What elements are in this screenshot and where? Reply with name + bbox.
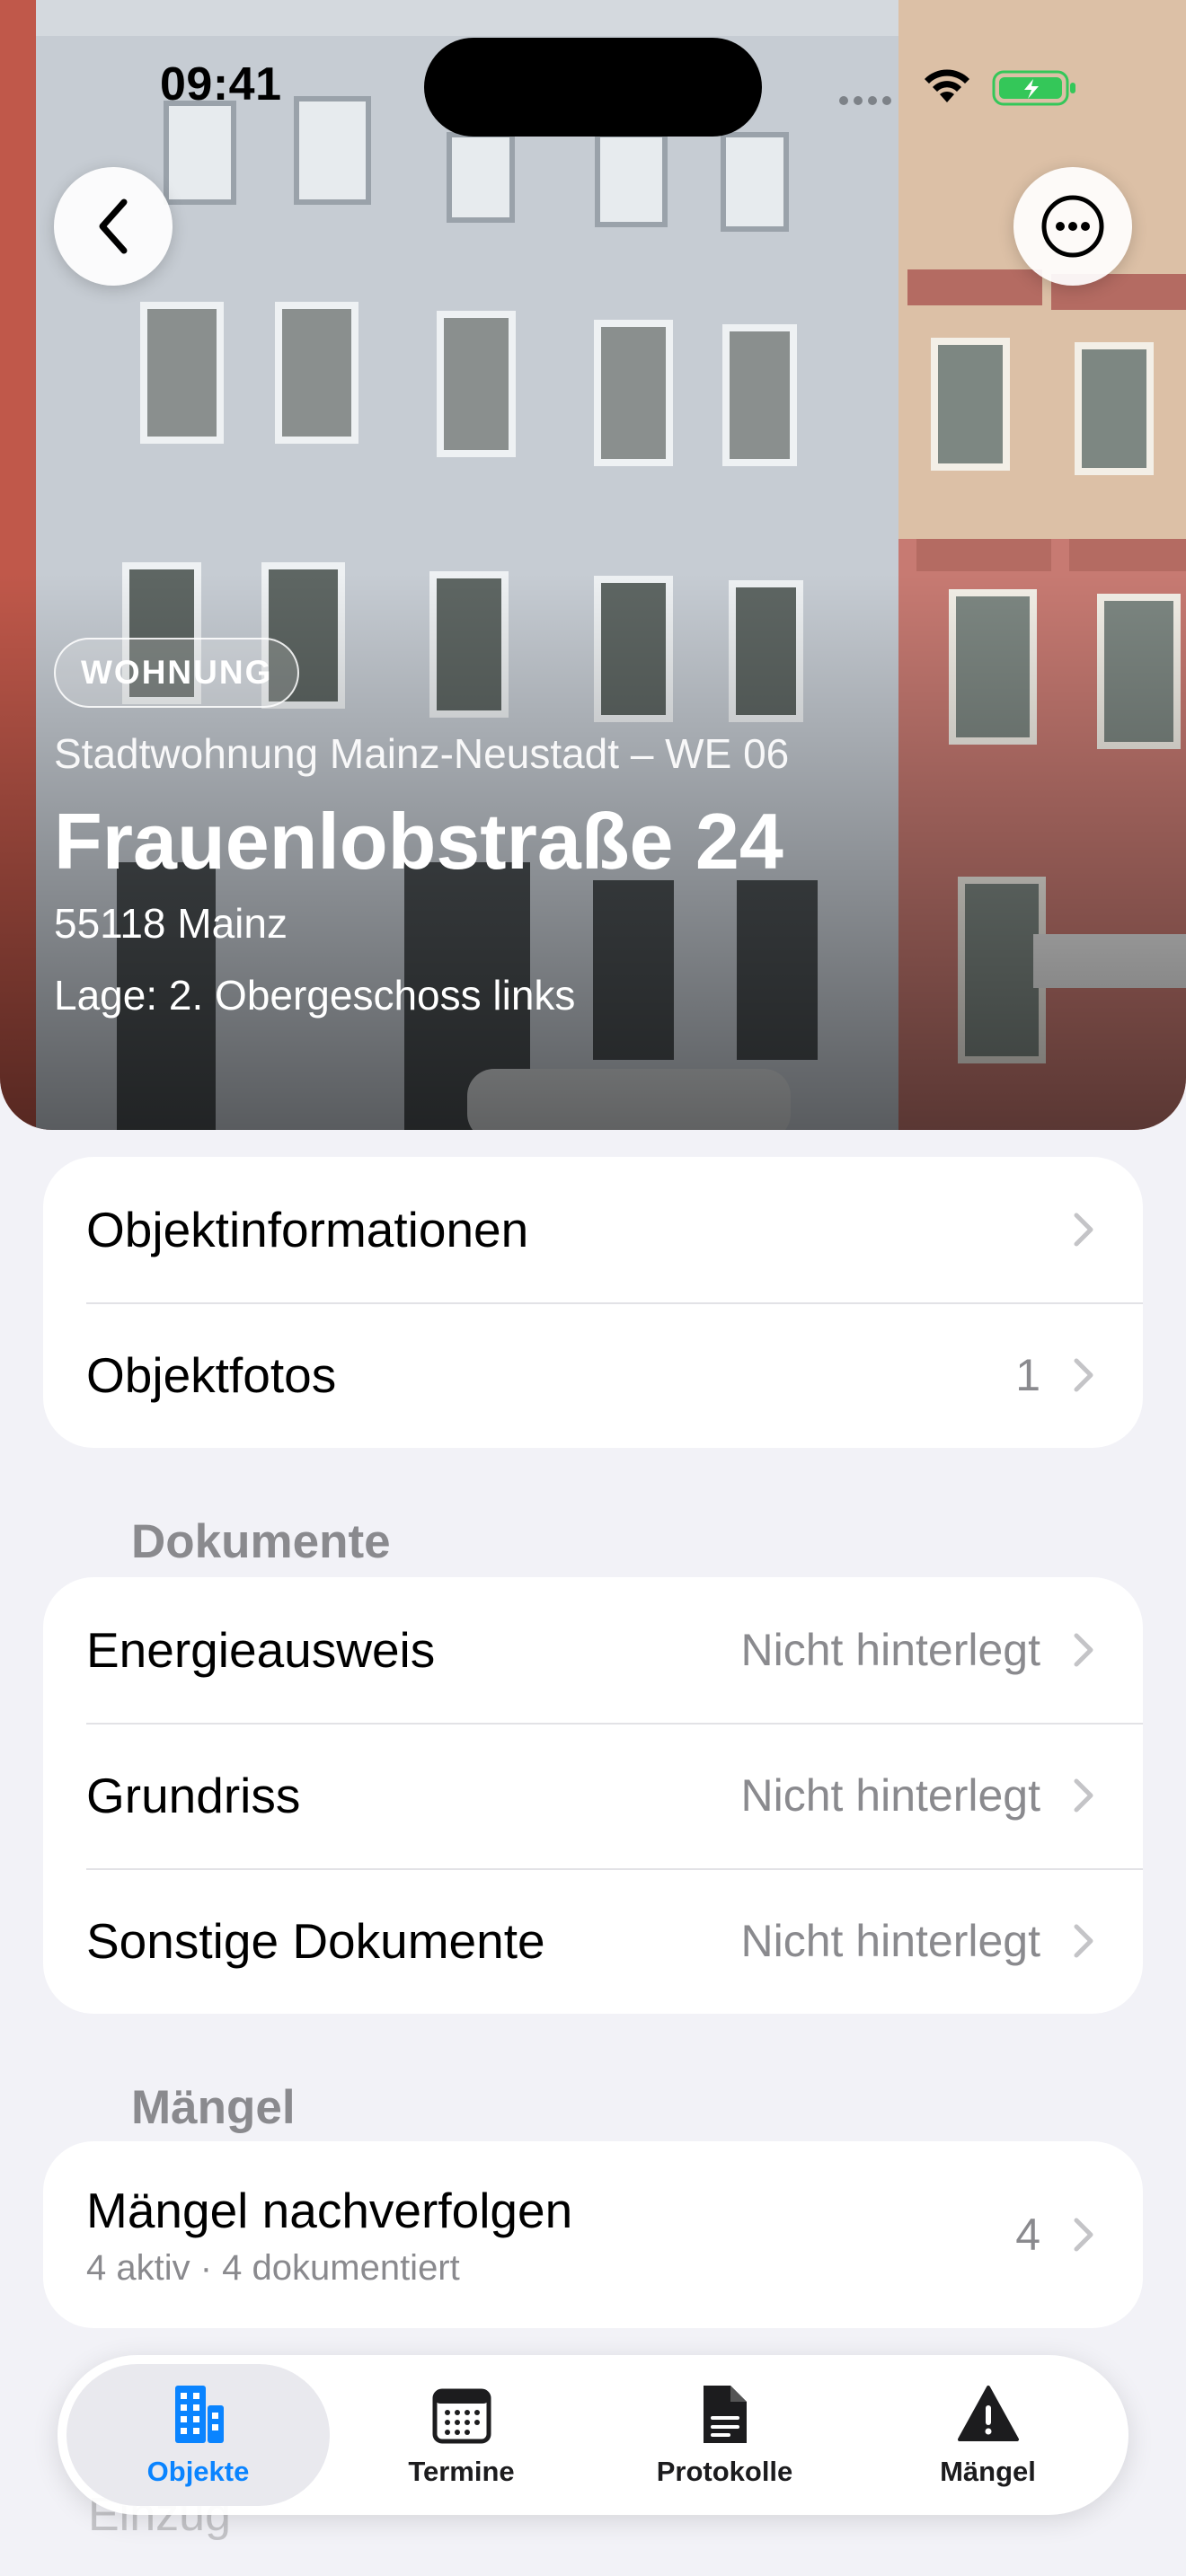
tab-label: Termine [408,2456,515,2487]
row-energieausweis[interactable]: Energieausweis Nicht hinterlegt [43,1577,1143,1723]
chevron-left-icon [99,198,128,254]
wifi-icon [925,69,969,102]
object-group: Objektinformationen Objektfotos 1 [43,1157,1143,1448]
section-header-documents: Dokumente [131,1515,391,1568]
more-button[interactable] [1013,167,1132,286]
tab-label: Protokolle [656,2456,793,2487]
chevron-right-icon [1074,2218,1093,2252]
property-subtitle: Stadtwohnung Mainz-Neustadt – WE 06 [54,730,790,777]
chevron-right-icon [1074,1358,1093,1392]
cellular-dots-icon [839,93,902,105]
defect-count: 4 [1015,2210,1040,2260]
photo-count: 1 [1015,1350,1040,1400]
row-text: Mängel nachverfolgen 4 aktiv · 4 dokumen… [86,2182,1015,2289]
section-header-defects: Mängel [131,2081,296,2134]
row-sonstige-dokumente[interactable]: Sonstige Dokumente Nicht hinterlegt [43,1868,1143,2014]
documents-group: Energieausweis Nicht hinterlegt Grundris… [43,1577,1143,2014]
property-city: 55118 Mainz [54,900,288,948]
row-label: Objektfotos [86,1347,337,1403]
ellipsis-circle-icon [1041,195,1104,258]
property-type-badge: WOHNUNG [54,638,300,708]
document-icon [703,2386,747,2443]
row-value: Nicht hinterlegt [740,1916,1041,1966]
status-bar: 09:41 [0,0,1186,171]
chevron-right-icon [1074,1633,1093,1667]
tab-protokolle[interactable]: Protokolle [593,2364,856,2506]
chevron-right-icon [1074,1778,1093,1813]
row-label: Grundriss [86,1768,301,1823]
hero-header: 09:41 WOHNUNG Stadtwohnung Mainz-Neustad… [0,0,1186,1130]
property-floor: Lage: 2. Obergeschoss links [54,972,576,1019]
row-objektfotos[interactable]: Objektfotos 1 [43,1302,1143,1448]
dynamic-island [424,38,762,137]
row-grundriss[interactable]: Grundriss Nicht hinterlegt [43,1723,1143,1868]
chevron-right-icon [1074,1213,1093,1247]
back-button[interactable] [54,167,173,286]
row-label: Mängel nachverfolgen [86,2182,573,2238]
status-time: 09:41 [160,58,282,110]
tab-maengel[interactable]: Mängel [856,2364,1120,2506]
warning-icon [957,2386,1019,2441]
calendar-icon [432,2388,491,2444]
row-label: Objektinformationen [86,1202,529,1257]
chevron-right-icon [1074,1924,1093,1958]
defects-group: Mängel nachverfolgen 4 aktiv · 4 dokumen… [43,2141,1143,2328]
tab-label: Mängel [940,2456,1036,2487]
tab-objekte[interactable]: Objekte [66,2364,330,2506]
tab-bar: Objekte Termine Protokolle Mängel [58,2355,1128,2515]
row-label: Energieausweis [86,1622,436,1678]
row-value: Nicht hinterlegt [740,1625,1041,1675]
row-subtitle: 4 aktiv · 4 dokumentiert [86,2247,460,2288]
battery-icon [992,70,1075,106]
row-objektinformationen[interactable]: Objektinformationen [43,1157,1143,1302]
building-icon [174,2386,224,2443]
row-label: Sonstige Dokumente [86,1913,545,1969]
tab-termine[interactable]: Termine [330,2364,593,2506]
row-maengel-nachverfolgen[interactable]: Mängel nachverfolgen 4 aktiv · 4 dokumen… [43,2141,1143,2328]
property-title: Frauenlobstraße 24 [54,797,783,886]
row-value: Nicht hinterlegt [740,1770,1041,1821]
hero-info: WOHNUNG Stadtwohnung Mainz-Neustadt – WE… [54,638,1132,1019]
tab-label: Objekte [146,2456,250,2487]
